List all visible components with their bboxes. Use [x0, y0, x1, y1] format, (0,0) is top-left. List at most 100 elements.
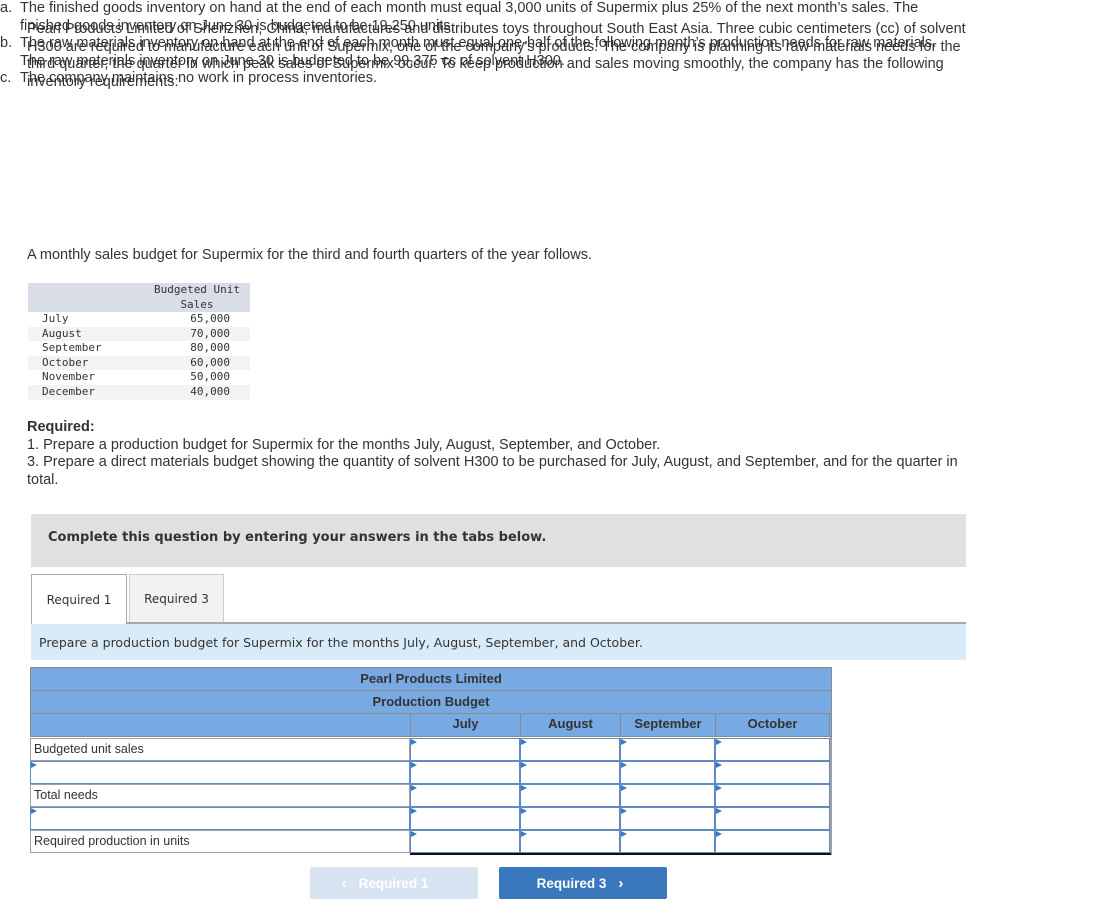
- column-header-august: August: [520, 713, 620, 737]
- grid-right-border: [830, 737, 832, 855]
- units-cell: 70,000: [142, 326, 250, 342]
- instruction-banner: Complete this question by entering your …: [31, 514, 966, 567]
- prev-required-1-button[interactable]: ‹ Required 1: [310, 867, 478, 899]
- requirement-b: b. The raw materials inventory on hand a…: [0, 35, 950, 70]
- sales-intro: A monthly sales budget for Supermix for …: [27, 247, 592, 263]
- next-button-label: Required 3: [536, 875, 607, 891]
- budget-title: Production Budget: [372, 694, 490, 709]
- budget-row: [30, 761, 832, 784]
- month-cell: October: [28, 355, 142, 371]
- units-cell: 40,000: [142, 384, 250, 400]
- month-cell: December: [28, 384, 142, 400]
- value-input-september[interactable]: [620, 761, 715, 784]
- required-item-1: 1. Prepare a production budget for Super…: [27, 436, 661, 453]
- value-input-august[interactable]: [520, 807, 620, 830]
- value-input-october[interactable]: [715, 738, 830, 761]
- required-section: Required: 1. Prepare a production budget…: [27, 419, 977, 489]
- required-heading: Required:: [27, 419, 95, 435]
- value-input-september[interactable]: [620, 784, 715, 807]
- value-input-october[interactable]: [715, 807, 830, 830]
- column-header-october: October: [715, 713, 830, 737]
- input-marker-icon: [716, 785, 722, 791]
- budget-row: Budgeted unit sales: [30, 738, 832, 761]
- value-input-october[interactable]: [715, 784, 830, 807]
- row-label: Required production in units: [30, 830, 410, 853]
- header-month: [28, 283, 142, 312]
- tab-instruction: Prepare a production budget for Supermix…: [31, 624, 966, 660]
- requirement-marker: b.: [0, 35, 13, 51]
- requirement-text: The raw materials inventory on hand at t…: [20, 35, 937, 69]
- month-cell: November: [42, 370, 95, 384]
- input-marker-icon: [716, 762, 722, 768]
- input-marker-icon: [621, 762, 627, 768]
- input-marker-icon: [31, 808, 37, 814]
- value-input-july[interactable]: [410, 830, 520, 853]
- row-label-dropdown[interactable]: [30, 807, 410, 830]
- input-marker-icon: [411, 762, 417, 768]
- row-label-dropdown[interactable]: [30, 761, 410, 784]
- input-marker-icon: [621, 808, 627, 814]
- value-input-july[interactable]: [410, 761, 520, 784]
- input-marker-icon: [521, 831, 527, 837]
- input-marker-icon: [621, 831, 627, 837]
- input-marker-icon: [716, 739, 722, 745]
- tab-required-1[interactable]: Required 1: [31, 574, 127, 624]
- value-input-october[interactable]: [715, 761, 830, 784]
- month-cell: July: [42, 312, 69, 325]
- prev-button-label: Required 1: [358, 875, 429, 891]
- row-label: Budgeted unit sales: [30, 738, 410, 761]
- next-required-3-button[interactable]: Required 3 ›: [499, 867, 667, 899]
- header-budgeted-unit-sales: Budgeted Unit Sales: [142, 283, 250, 312]
- input-marker-icon: [716, 808, 722, 814]
- required-item-3: 3. Prepare a direct materials budget sho…: [27, 454, 958, 488]
- units-cell: 80,000: [190, 341, 230, 355]
- value-input-july[interactable]: [410, 807, 520, 830]
- input-marker-icon: [621, 785, 627, 791]
- requirement-a: a. The finished goods inventory on hand …: [0, 0, 950, 35]
- requirement-marker: c.: [0, 70, 12, 86]
- input-marker-icon: [521, 762, 527, 768]
- requirement-text: The company maintains no work in process…: [20, 70, 378, 86]
- requirement-text: The finished goods inventory on hand at …: [20, 0, 919, 34]
- production-budget-grid: Pearl Products Limited Production Budget…: [30, 667, 832, 855]
- value-input-september[interactable]: [620, 830, 715, 853]
- value-input-september[interactable]: [620, 807, 715, 830]
- column-header-july: July: [410, 713, 520, 737]
- budget-row: Total needs: [30, 784, 832, 807]
- value-input-august[interactable]: [520, 830, 620, 853]
- title-header-row: Production Budget: [30, 690, 832, 714]
- units-cell: 65,000: [190, 312, 230, 325]
- value-input-october[interactable]: [715, 830, 830, 853]
- inventory-requirements: a. The finished goods inventory on hand …: [0, 0, 950, 88]
- value-input-july[interactable]: [410, 784, 520, 807]
- month-cell: August: [28, 326, 142, 342]
- input-marker-icon: [521, 808, 527, 814]
- value-input-september[interactable]: [620, 738, 715, 761]
- table-row: December 40,000: [28, 384, 250, 400]
- table-row: July 65,000: [28, 312, 250, 327]
- value-input-august[interactable]: [520, 738, 620, 761]
- requirement-c: c. The company maintains no work in proc…: [0, 70, 950, 88]
- input-marker-icon: [411, 785, 417, 791]
- banner-text: Complete this question by entering your …: [48, 530, 547, 545]
- budget-row: Required production in units: [30, 830, 832, 853]
- total-underline: [410, 853, 831, 855]
- company-header-row: Pearl Products Limited: [30, 667, 832, 691]
- value-input-august[interactable]: [520, 761, 620, 784]
- table-row: September 80,000: [28, 341, 250, 356]
- tab-required-3[interactable]: Required 3: [129, 574, 224, 622]
- requirement-marker: a.: [0, 0, 13, 16]
- input-marker-icon: [521, 739, 527, 745]
- input-marker-icon: [716, 831, 722, 837]
- units-cell: 60,000: [142, 355, 250, 371]
- table-row: November 50,000: [28, 370, 250, 385]
- table-row: August 70,000: [28, 326, 250, 342]
- budget-row: [30, 807, 832, 830]
- value-input-july[interactable]: [410, 738, 520, 761]
- sales-budget-table: Budgeted Unit Sales July 65,000 August 70,…: [28, 283, 250, 400]
- value-input-august[interactable]: [520, 784, 620, 807]
- input-marker-icon: [411, 808, 417, 814]
- instruction-text: Prepare a production budget for Supermix…: [39, 635, 643, 650]
- sales-table-header: Budgeted Unit Sales: [28, 283, 250, 312]
- input-marker-icon: [411, 831, 417, 837]
